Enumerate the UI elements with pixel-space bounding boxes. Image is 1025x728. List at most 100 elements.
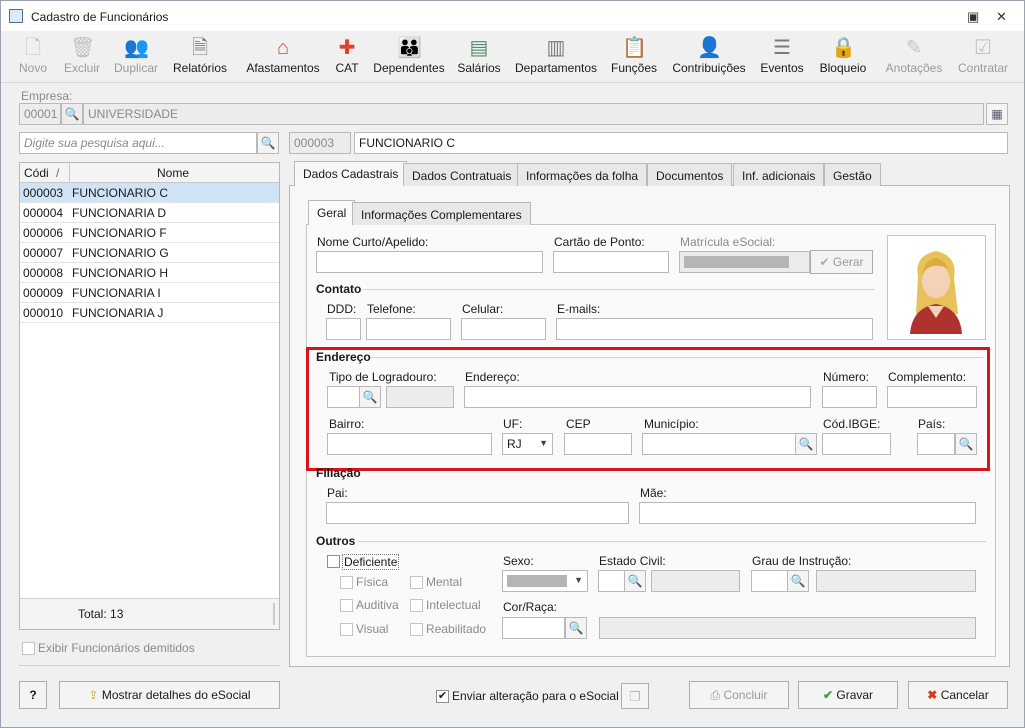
table-row[interactable]: 000010 FUNCIONARIA J [20,303,279,323]
employee-grid: Códi / Nome 000003 FUNCIONARIO C 000004 FU… [19,162,280,630]
filiacao-section-title: Filiação [316,466,361,480]
employee-photo[interactable] [887,235,986,340]
table-row[interactable]: 000004 FUNCIONARIA D [20,203,279,223]
subtab-informacoes-complementares[interactable]: Informações Complementares [352,202,531,225]
help-button[interactable]: ? [19,681,47,709]
cor-raca-search-icon[interactable]: 🔍 [565,617,587,639]
gravar-button[interactable]: ✔ Gravar [798,681,898,709]
salarios-button[interactable]: ▤ Salários [456,31,502,81]
matricula-field [679,251,810,273]
contribuicoes-button[interactable]: 👤 Contribuições [669,31,749,81]
deficiente-checkbox[interactable] [327,555,340,568]
empresa-search-icon[interactable]: 🔍 [61,103,83,125]
money-icon: ▤ [469,37,489,59]
table-row[interactable]: 000008 FUNCIONARIO H [20,263,279,283]
gerar-button[interactable]: ✔ Gerar [810,250,873,274]
copy-icon[interactable]: ❐ [621,683,649,709]
grid-view-icon[interactable]: ▦ [986,103,1008,125]
cartao-label: Cartão de Ponto: [554,235,645,249]
house-icon: ⌂ [276,37,290,59]
estado-civil-input[interactable] [598,570,625,592]
close-button[interactable]: ✕ [996,9,1007,25]
users-icon: 👥 [124,37,149,59]
novo-button[interactable]: 🗋 Novo [15,31,51,81]
employee-name-field[interactable]: FUNCIONARIO C [354,132,1008,154]
tab-inf-adicionais[interactable]: Inf. adicionais [733,163,825,186]
tab-informacoes-folha[interactable]: Informações da folha [517,163,648,186]
employee-code-field[interactable]: 000003 [289,132,351,154]
emails-input[interactable] [556,318,873,340]
excluir-button[interactable]: 🗑 Excluir [61,31,103,81]
cat-button[interactable]: ✚ CAT [332,31,362,81]
cor-raca-input[interactable] [502,617,565,639]
visual-checkbox[interactable] [340,623,353,636]
toolbar: 🗋 Novo 🗑 Excluir 👥 Duplicar 🗎 Relatórios ⌂ Af… [1,31,1024,83]
subtab-geral[interactable]: Geral [308,200,356,225]
grau-instrucao-search-icon[interactable]: 🔍 [787,570,809,592]
send-change-checkbox[interactable]: ✔ [436,690,449,703]
pai-input[interactable] [326,502,629,524]
employee-register-window: Cadastro de Funcionários ▣ ✕ 🗋 Novo 🗑 Excl… [0,0,1025,728]
relatorios-button[interactable]: 🗎 Relatórios [171,31,229,81]
mental-label: Mental [426,575,463,589]
contato-section-title: Contato [316,282,362,296]
esocial-icon: ⇪ [88,688,99,702]
telefone-input[interactable] [366,318,451,340]
departamentos-button[interactable]: ▥ Departamentos [512,31,600,81]
tab-gestao[interactable]: Gestão [824,163,881,186]
empresa-name-field[interactable]: UNIVERSIDADE [83,103,984,125]
reabilitado-checkbox[interactable] [410,623,423,636]
concluir-button[interactable]: ⎙ Concluir [689,681,789,709]
table-row[interactable]: 000006 FUNCIONARIO F [20,223,279,243]
bloqueio-button[interactable]: 🔒 Bloqueio [816,31,870,81]
table-row[interactable]: 000007 FUNCIONARIO G [20,243,279,263]
intelectual-checkbox[interactable] [410,599,423,612]
intelectual-label: Intelectual [426,598,481,612]
sexo-select[interactable]: ▼ [502,570,588,592]
ddd-input[interactable] [326,318,361,340]
nome-curto-input[interactable] [316,251,543,273]
cancelar-button[interactable]: ✖ Cancelar [908,681,1008,709]
auditiva-checkbox[interactable] [340,599,353,612]
table-row[interactable]: 000003 FUNCIONARIO C [20,183,279,203]
grau-instrucao-desc [816,570,976,592]
restore-button[interactable]: ▣ [967,9,979,25]
cartao-input[interactable] [553,251,669,273]
esocial-details-button[interactable]: ⇪ Mostrar detalhes do eSocial [59,681,280,709]
employee-search-input[interactable]: Digite sua pesquisa aqui... [19,132,257,154]
matricula-value-mask [684,256,789,268]
tab-documentos[interactable]: Documentos [647,163,733,186]
matricula-label: Matrícula eSocial: [680,235,776,249]
column-name-header[interactable]: Nome [157,166,189,180]
eventos-button[interactable]: ☰ Eventos [758,31,806,81]
app-icon [9,9,23,23]
table-row[interactable]: 000009 FUNCIONARIA I [20,283,279,303]
empresa-code-field[interactable]: 00001 [19,103,61,125]
duplicar-button[interactable]: 👥 Duplicar [111,31,161,81]
show-dismissed-checkbox[interactable] [22,642,35,655]
sexo-value-mask [507,575,567,587]
celular-input[interactable] [461,318,546,340]
afastamentos-button[interactable]: ⌂ Afastamentos [244,31,322,81]
family-icon: 👪 [397,37,422,59]
grau-instrucao-input[interactable] [751,570,788,592]
anotacoes-button[interactable]: ✎ Anotações [883,31,945,81]
list-icon: ☰ [773,37,791,59]
window-title: Cadastro de Funcionários [31,10,169,24]
desk-icon: ▥ [546,37,566,59]
fisica-checkbox[interactable] [340,576,353,589]
estado-civil-label: Estado Civil: [599,554,666,568]
mental-checkbox[interactable] [410,576,423,589]
funcoes-button[interactable]: 📋 Funções [609,31,659,81]
search-icon[interactable]: 🔍 [257,132,279,154]
send-change-label: Enviar alteração para o eSocial [452,689,619,703]
dependentes-button[interactable]: 👪 Dependentes [371,31,447,81]
contratar-button[interactable]: ☑ Contratar [955,31,1011,81]
highlight-box [306,347,990,471]
column-code-header[interactable]: Códi [24,166,49,180]
estado-civil-search-icon[interactable]: 🔍 [624,570,646,592]
mae-input[interactable] [639,502,976,524]
tab-dados-contratuais[interactable]: Dados Contratuais [403,163,521,186]
tab-dados-cadastrais[interactable]: Dados Cadastrais [294,161,408,186]
check-icon: ✔ [819,255,830,269]
